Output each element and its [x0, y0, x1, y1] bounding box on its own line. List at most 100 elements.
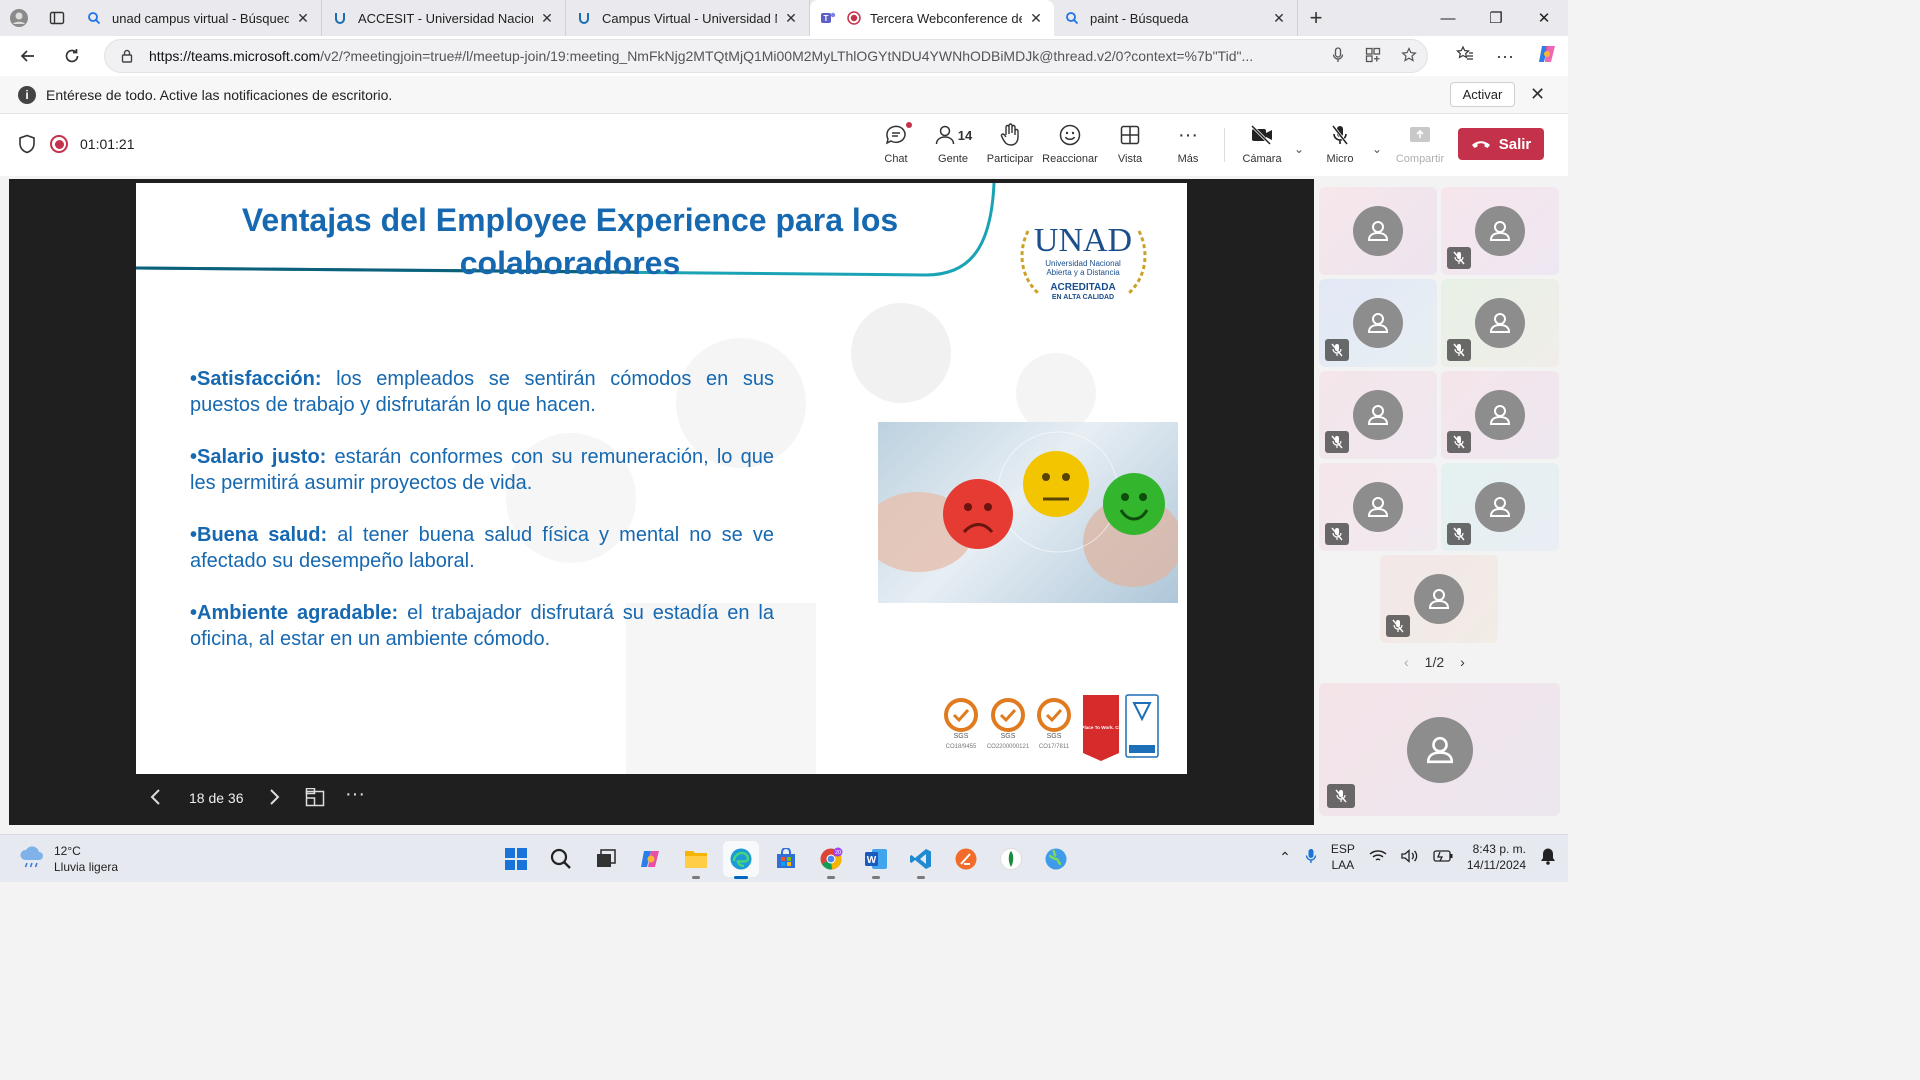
copilot-icon[interactable]	[1536, 43, 1558, 70]
info-icon: i	[18, 85, 36, 104]
browser-tab[interactable]: Campus Virtual - Universidad Nacional ✕	[566, 0, 810, 36]
camera-button[interactable]: Cámara	[1232, 122, 1292, 170]
share-screen-icon	[1409, 122, 1431, 148]
green-leaf-app-icon[interactable]	[993, 841, 1029, 877]
mic-button[interactable]: Micro	[1310, 122, 1370, 170]
next-page-icon[interactable]: ›	[1460, 654, 1465, 670]
hang-up-icon	[1471, 136, 1491, 153]
share-button[interactable]: Compartir	[1390, 122, 1450, 170]
tab-actions-icon[interactable]	[38, 0, 76, 36]
show-hidden-icons-chevron[interactable]: ⌃	[1279, 849, 1291, 866]
activate-notifications-button[interactable]: Activar	[1450, 82, 1515, 107]
battery-icon[interactable]	[1433, 849, 1453, 865]
task-view-icon[interactable]	[588, 841, 624, 877]
url-bar[interactable]: https://teams.microsoft.com/v2/?meetingj…	[104, 39, 1428, 73]
participant-tile[interactable]	[1319, 187, 1437, 275]
sgs-badge: SGS CO2200000121	[987, 698, 1030, 750]
people-button[interactable]: 14 Gente	[923, 122, 983, 170]
participant-tile[interactable]	[1319, 279, 1437, 367]
slide-decoration	[1016, 353, 1096, 433]
view-label: Vista	[1117, 153, 1143, 165]
participant-tile[interactable]	[1441, 371, 1559, 459]
system-clock[interactable]: 8:43 p. m. 14/11/2024	[1467, 841, 1526, 873]
people-label: Gente	[938, 153, 968, 165]
close-tab-icon[interactable]: ✕	[1028, 10, 1044, 27]
favorite-star-icon[interactable]	[1401, 46, 1417, 68]
logo-name: UNAD	[1034, 222, 1132, 259]
refresh-icon[interactable]	[50, 36, 94, 76]
site-info-icon[interactable]	[105, 49, 149, 63]
language-indicator[interactable]: ESP LAA	[1331, 841, 1355, 873]
mic-icon[interactable]	[1331, 46, 1345, 68]
minimize-icon[interactable]: —	[1424, 0, 1472, 36]
orange-app-icon[interactable]	[948, 841, 984, 877]
raise-hand-button[interactable]: Participar	[980, 122, 1040, 170]
file-explorer-icon[interactable]	[678, 841, 714, 879]
settings-more-icon[interactable]: ···	[1496, 46, 1514, 67]
next-slide-icon[interactable]	[267, 788, 281, 812]
browser-tab[interactable]: unad campus virtual - Búsqueda ✕	[76, 0, 322, 36]
slide-title: Ventajas del Employee Experience para lo…	[241, 202, 899, 281]
keyboard-layout: LAA	[1331, 858, 1355, 872]
shield-icon[interactable]	[18, 134, 36, 159]
microsoft-store-icon[interactable]	[768, 841, 804, 877]
view-button[interactable]: Vista	[1100, 122, 1160, 170]
leave-button[interactable]: Salir	[1458, 128, 1544, 160]
previous-page-icon[interactable]: ‹	[1404, 654, 1409, 670]
svg-text:W: W	[867, 855, 877, 866]
chrome-icon[interactable]: 20	[813, 841, 849, 879]
search-taskbar-icon[interactable]	[543, 841, 579, 877]
close-notification-icon[interactable]: ✕	[1530, 84, 1545, 105]
bullet-term: •Satisfacción:	[190, 368, 322, 390]
more-button[interactable]: ··· Más	[1158, 122, 1218, 170]
favorites-icon[interactable]	[1456, 45, 1474, 68]
participant-tile[interactable]	[1319, 463, 1437, 551]
camera-options-chevron-icon[interactable]: ⌄	[1294, 142, 1304, 156]
close-tab-icon[interactable]: ✕	[539, 10, 555, 27]
browser-tab[interactable]: ACCESIT - Universidad Nacional Abierta ✕	[322, 0, 566, 36]
slide-more-options-icon[interactable]: ···	[345, 783, 365, 806]
copilot-taskbar-icon[interactable]	[633, 841, 669, 877]
close-tab-icon[interactable]: ✕	[783, 10, 799, 27]
restore-icon[interactable]: ❐	[1472, 0, 1520, 36]
participant-tile[interactable]	[1441, 279, 1559, 367]
recording-indicator-icon	[50, 135, 68, 153]
participant-tile[interactable]	[1319, 371, 1437, 459]
new-tab-icon[interactable]: +	[1298, 5, 1334, 31]
globe-app-icon[interactable]	[1038, 841, 1074, 877]
word-icon[interactable]: W	[858, 841, 894, 879]
previous-slide-icon[interactable]	[149, 788, 163, 812]
notifications-bell-icon[interactable]	[1540, 847, 1556, 868]
participant-tile[interactable]	[1441, 187, 1559, 275]
slide-thumbnails-icon[interactable]	[305, 787, 325, 814]
bullet-item: •Buena salud: al tener buena salud físic…	[190, 522, 774, 574]
back-icon[interactable]	[6, 36, 50, 76]
volume-icon[interactable]	[1401, 848, 1419, 866]
edge-icon[interactable]	[723, 841, 759, 879]
close-tab-icon[interactable]: ✕	[295, 10, 311, 27]
tab-title: unad campus virtual - Búsqueda	[112, 10, 289, 26]
slide-counter: 18 de 36	[189, 790, 244, 806]
gptw-text: Great Place To Work. Certified	[1068, 725, 1134, 730]
browser-tab[interactable]: paint - Búsqueda ✕	[1054, 0, 1298, 36]
mic-options-chevron-icon[interactable]: ⌄	[1372, 142, 1382, 156]
self-view-tile[interactable]	[1319, 683, 1560, 816]
close-window-icon[interactable]: ✕	[1520, 0, 1568, 36]
profile-avatar-icon[interactable]	[0, 0, 38, 36]
tab-title: paint - Búsqueda	[1090, 10, 1189, 26]
microphone-tray-icon[interactable]	[1305, 848, 1317, 867]
close-tab-icon[interactable]: ✕	[1271, 10, 1287, 27]
start-button[interactable]	[498, 841, 534, 877]
browser-tab-active[interactable]: T Tercera Webconference de B ✕	[810, 0, 1054, 36]
app-available-icon[interactable]	[1365, 47, 1381, 68]
react-button[interactable]: Reaccionar	[1040, 122, 1100, 170]
participant-tile[interactable]	[1380, 555, 1498, 643]
wifi-icon[interactable]	[1369, 849, 1387, 866]
mic-off-icon	[1330, 122, 1350, 148]
chat-button[interactable]: Chat	[866, 122, 926, 170]
people-icon: 14	[934, 122, 972, 148]
vscode-icon[interactable]	[903, 841, 939, 879]
participant-tile[interactable]	[1441, 463, 1559, 551]
recording-icon	[846, 10, 862, 26]
weather-widget[interactable]: 12°C Lluvia ligera	[18, 843, 118, 875]
